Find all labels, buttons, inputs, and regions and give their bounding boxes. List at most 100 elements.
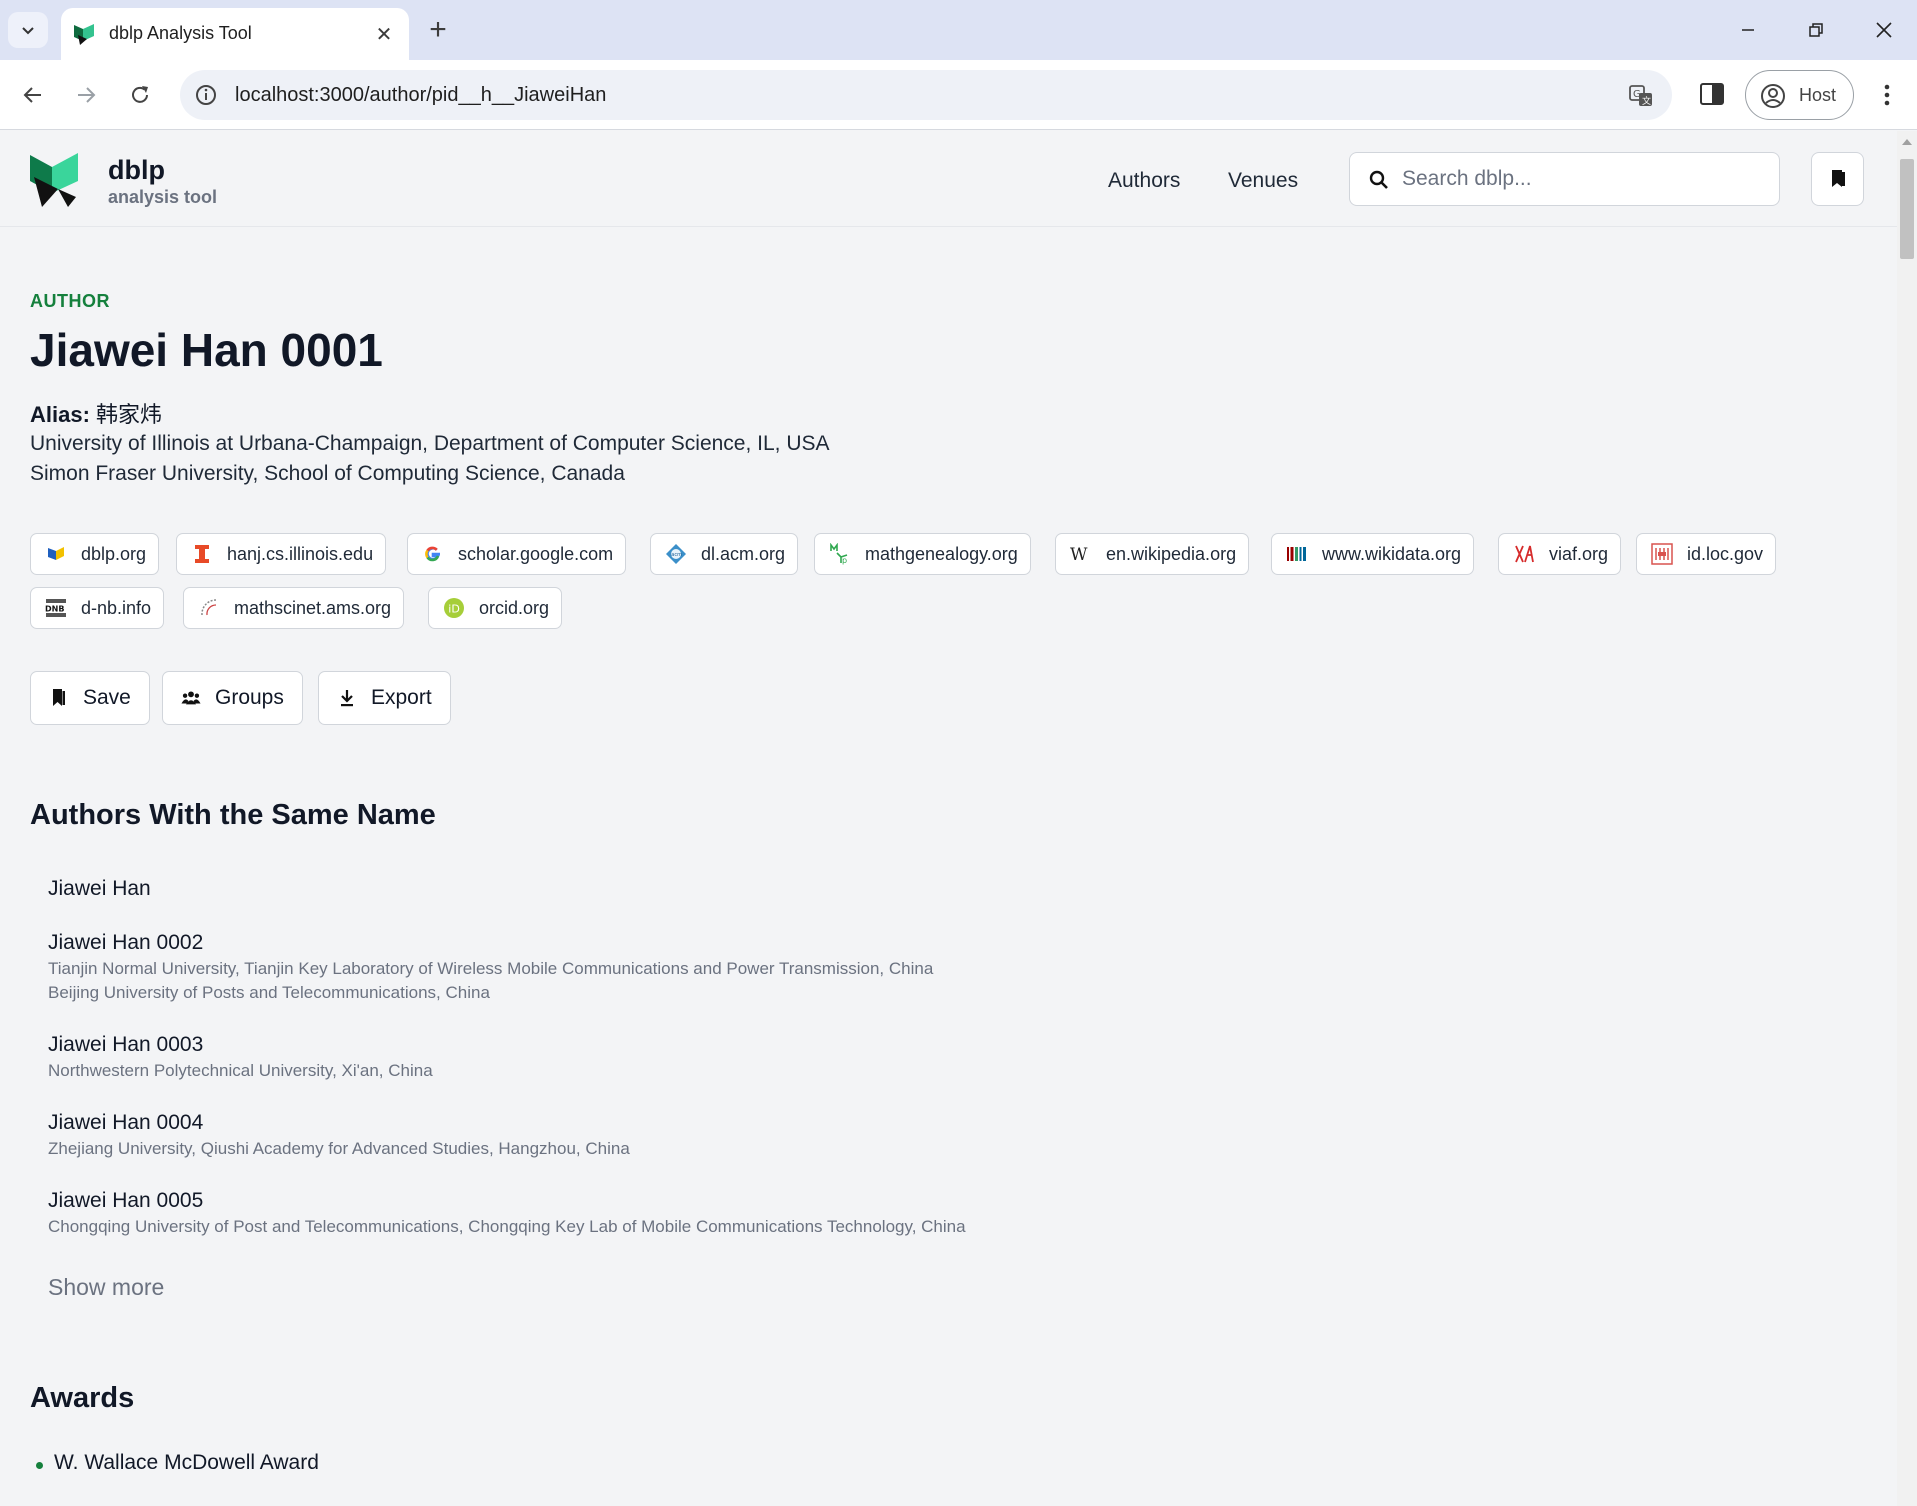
- groups-button-label: Groups: [215, 686, 284, 709]
- list-bullet: [36, 1462, 43, 1469]
- back-button[interactable]: [13, 75, 53, 115]
- scroll-up-arrow-icon[interactable]: [1902, 139, 1912, 145]
- dblp-icon: [45, 543, 67, 565]
- link-chip-label: orcid.org: [479, 597, 550, 618]
- same-name-author-link[interactable]: Jiawei Han 0002 Tianjin Normal Universit…: [48, 931, 933, 1005]
- users-icon: [181, 688, 201, 708]
- same-name-author-link[interactable]: Jiawei Han 0004 Zhejiang University, Qiu…: [48, 1111, 630, 1161]
- link-chip-wikidata[interactable]: www.wikidata.org: [1271, 533, 1475, 575]
- download-icon: [337, 688, 357, 708]
- link-chip-orcid[interactable]: iD orcid.org: [428, 587, 563, 629]
- wikipedia-icon: W: [1070, 543, 1092, 565]
- orcid-icon: iD: [443, 597, 465, 619]
- save-button-label: Save: [83, 686, 131, 709]
- link-chip-dnb[interactable]: DNB d-nb.info: [30, 587, 165, 629]
- site-header: dblp analysis tool Authors Venues: [0, 131, 1897, 227]
- site-info-icon[interactable]: [194, 83, 218, 107]
- save-button[interactable]: Save: [30, 671, 150, 725]
- search-icon: [1369, 170, 1388, 189]
- close-window-button[interactable]: [1850, 0, 1917, 60]
- url-text[interactable]: localhost:3000/author/pid__h__JiaweiHan: [235, 84, 606, 107]
- link-chip-dblp[interactable]: dblp.org: [30, 533, 160, 575]
- link-chip-scholar[interactable]: scholar.google.com: [407, 533, 627, 575]
- svg-text:acm: acm: [671, 552, 682, 558]
- bookmark-icon: [49, 688, 69, 708]
- link-chip-label: mathgenealogy.org: [865, 543, 1018, 564]
- svg-text:文: 文: [1642, 95, 1651, 107]
- groups-button[interactable]: Groups: [162, 671, 303, 725]
- browser-tab-strip: dblp Analysis Tool ✕ +: [0, 0, 1917, 60]
- active-tab[interactable]: dblp Analysis Tool ✕: [61, 8, 409, 60]
- author-alias: Alias: 韩家炜: [30, 397, 162, 429]
- link-chip-label: hanj.cs.illinois.edu: [227, 543, 374, 564]
- logo-subtitle: analysis tool: [108, 187, 218, 207]
- nav-venues-link[interactable]: Venues: [1228, 169, 1298, 193]
- bookmark-icon: [1831, 170, 1845, 187]
- acm-icon: acm: [665, 543, 687, 565]
- nav-authors-link[interactable]: Authors: [1108, 169, 1180, 193]
- link-chip-mathscinet[interactable]: mathscinet.ams.org: [183, 587, 405, 629]
- link-chip-viaf[interactable]: viaf.org: [1498, 533, 1622, 575]
- same-name-author-link[interactable]: Jiawei Han 0005 Chongqing University of …: [48, 1189, 966, 1239]
- restore-icon: [1809, 23, 1823, 37]
- mathscinet-icon: [198, 597, 220, 619]
- saved-bookmarks-button[interactable]: [1811, 152, 1864, 206]
- viaf-icon: [1513, 543, 1535, 565]
- link-chip-label: www.wikidata.org: [1322, 543, 1462, 564]
- link-chip-label: dl.acm.org: [701, 543, 786, 564]
- link-chip-label: scholar.google.com: [458, 543, 614, 564]
- same-name-author-link[interactable]: Jiawei Han: [48, 877, 151, 901]
- close-tab-icon[interactable]: ✕: [371, 21, 397, 47]
- account-circle-icon: [1761, 84, 1785, 108]
- author-name: Jiawei Han 0001: [30, 324, 383, 376]
- link-chip-mathgenealogy[interactable]: p mathgenealogy.org: [814, 533, 1031, 575]
- translate-icon[interactable]: G文: [1628, 83, 1654, 109]
- alias-value: 韩家炜: [96, 402, 163, 427]
- same-name-author-name: Jiawei Han 0003: [48, 1033, 204, 1056]
- mathgenealogy-icon: p: [829, 543, 851, 565]
- profile-button[interactable]: Host: [1745, 70, 1854, 120]
- link-chip-loc[interactable]: id.loc.gov: [1636, 533, 1777, 575]
- search-box[interactable]: [1349, 152, 1780, 206]
- restore-button[interactable]: [1782, 0, 1850, 60]
- export-button[interactable]: Export: [318, 671, 451, 725]
- reload-icon: [132, 86, 148, 103]
- awards-section-title: Awards: [30, 1382, 135, 1414]
- link-chip-label: id.loc.gov: [1687, 543, 1764, 564]
- svg-text:p: p: [842, 556, 847, 565]
- scrollbar-thumb[interactable]: [1900, 159, 1914, 259]
- reload-button[interactable]: [120, 75, 160, 115]
- same-name-author-name: Jiawei Han: [48, 877, 151, 900]
- dblp-logo-icon[interactable]: [28, 147, 80, 209]
- tab-title: dblp Analysis Tool: [109, 23, 252, 43]
- minimize-button[interactable]: [1714, 0, 1782, 60]
- link-chip-acm[interactable]: acm dl.acm.org: [650, 533, 799, 575]
- show-more-button[interactable]: Show more: [48, 1274, 164, 1301]
- same-name-author-affiliation: Tianjin Normal University, Tianjin Key L…: [48, 959, 934, 978]
- link-chip-wikipedia[interactable]: W en.wikipedia.org: [1055, 533, 1250, 575]
- page-scrollbar[interactable]: [1897, 131, 1917, 1506]
- page-eyebrow: AUTHOR: [30, 291, 110, 311]
- svg-text:DNB: DNB: [45, 605, 64, 614]
- link-chip-label: dblp.org: [81, 543, 147, 564]
- chevron-down-icon: [22, 27, 34, 35]
- svg-text:iD: iD: [448, 603, 460, 616]
- close-icon: [1876, 22, 1892, 38]
- same-name-author-affiliation: Chongqing University of Post and Telecom…: [48, 1217, 966, 1236]
- side-panel-icon[interactable]: [1698, 80, 1726, 108]
- link-chip-label: mathscinet.ams.org: [234, 597, 392, 618]
- logo-name[interactable]: dblp: [108, 155, 165, 186]
- author-affiliation: University of Illinois at Urbana-Champai…: [30, 432, 830, 455]
- dnb-icon: DNB: [45, 597, 67, 619]
- google-icon: [422, 543, 444, 565]
- same-name-author-affiliation: Zhejiang University, Qiushi Academy for …: [48, 1139, 630, 1158]
- same-name-author-name: Jiawei Han 0004: [48, 1111, 204, 1134]
- link-chip-homepage[interactable]: hanj.cs.illinois.edu: [176, 533, 387, 575]
- browser-menu-button[interactable]: [1872, 78, 1902, 112]
- same-name-author-link[interactable]: Jiawei Han 0003 Northwestern Polytechnic…: [48, 1033, 433, 1083]
- forward-button[interactable]: [66, 75, 106, 115]
- address-bar[interactable]: localhost:3000/author/pid__h__JiaweiHan …: [180, 70, 1672, 120]
- search-input[interactable]: [1402, 163, 1762, 195]
- tab-search-button[interactable]: [8, 12, 48, 48]
- new-tab-button[interactable]: +: [418, 12, 458, 48]
